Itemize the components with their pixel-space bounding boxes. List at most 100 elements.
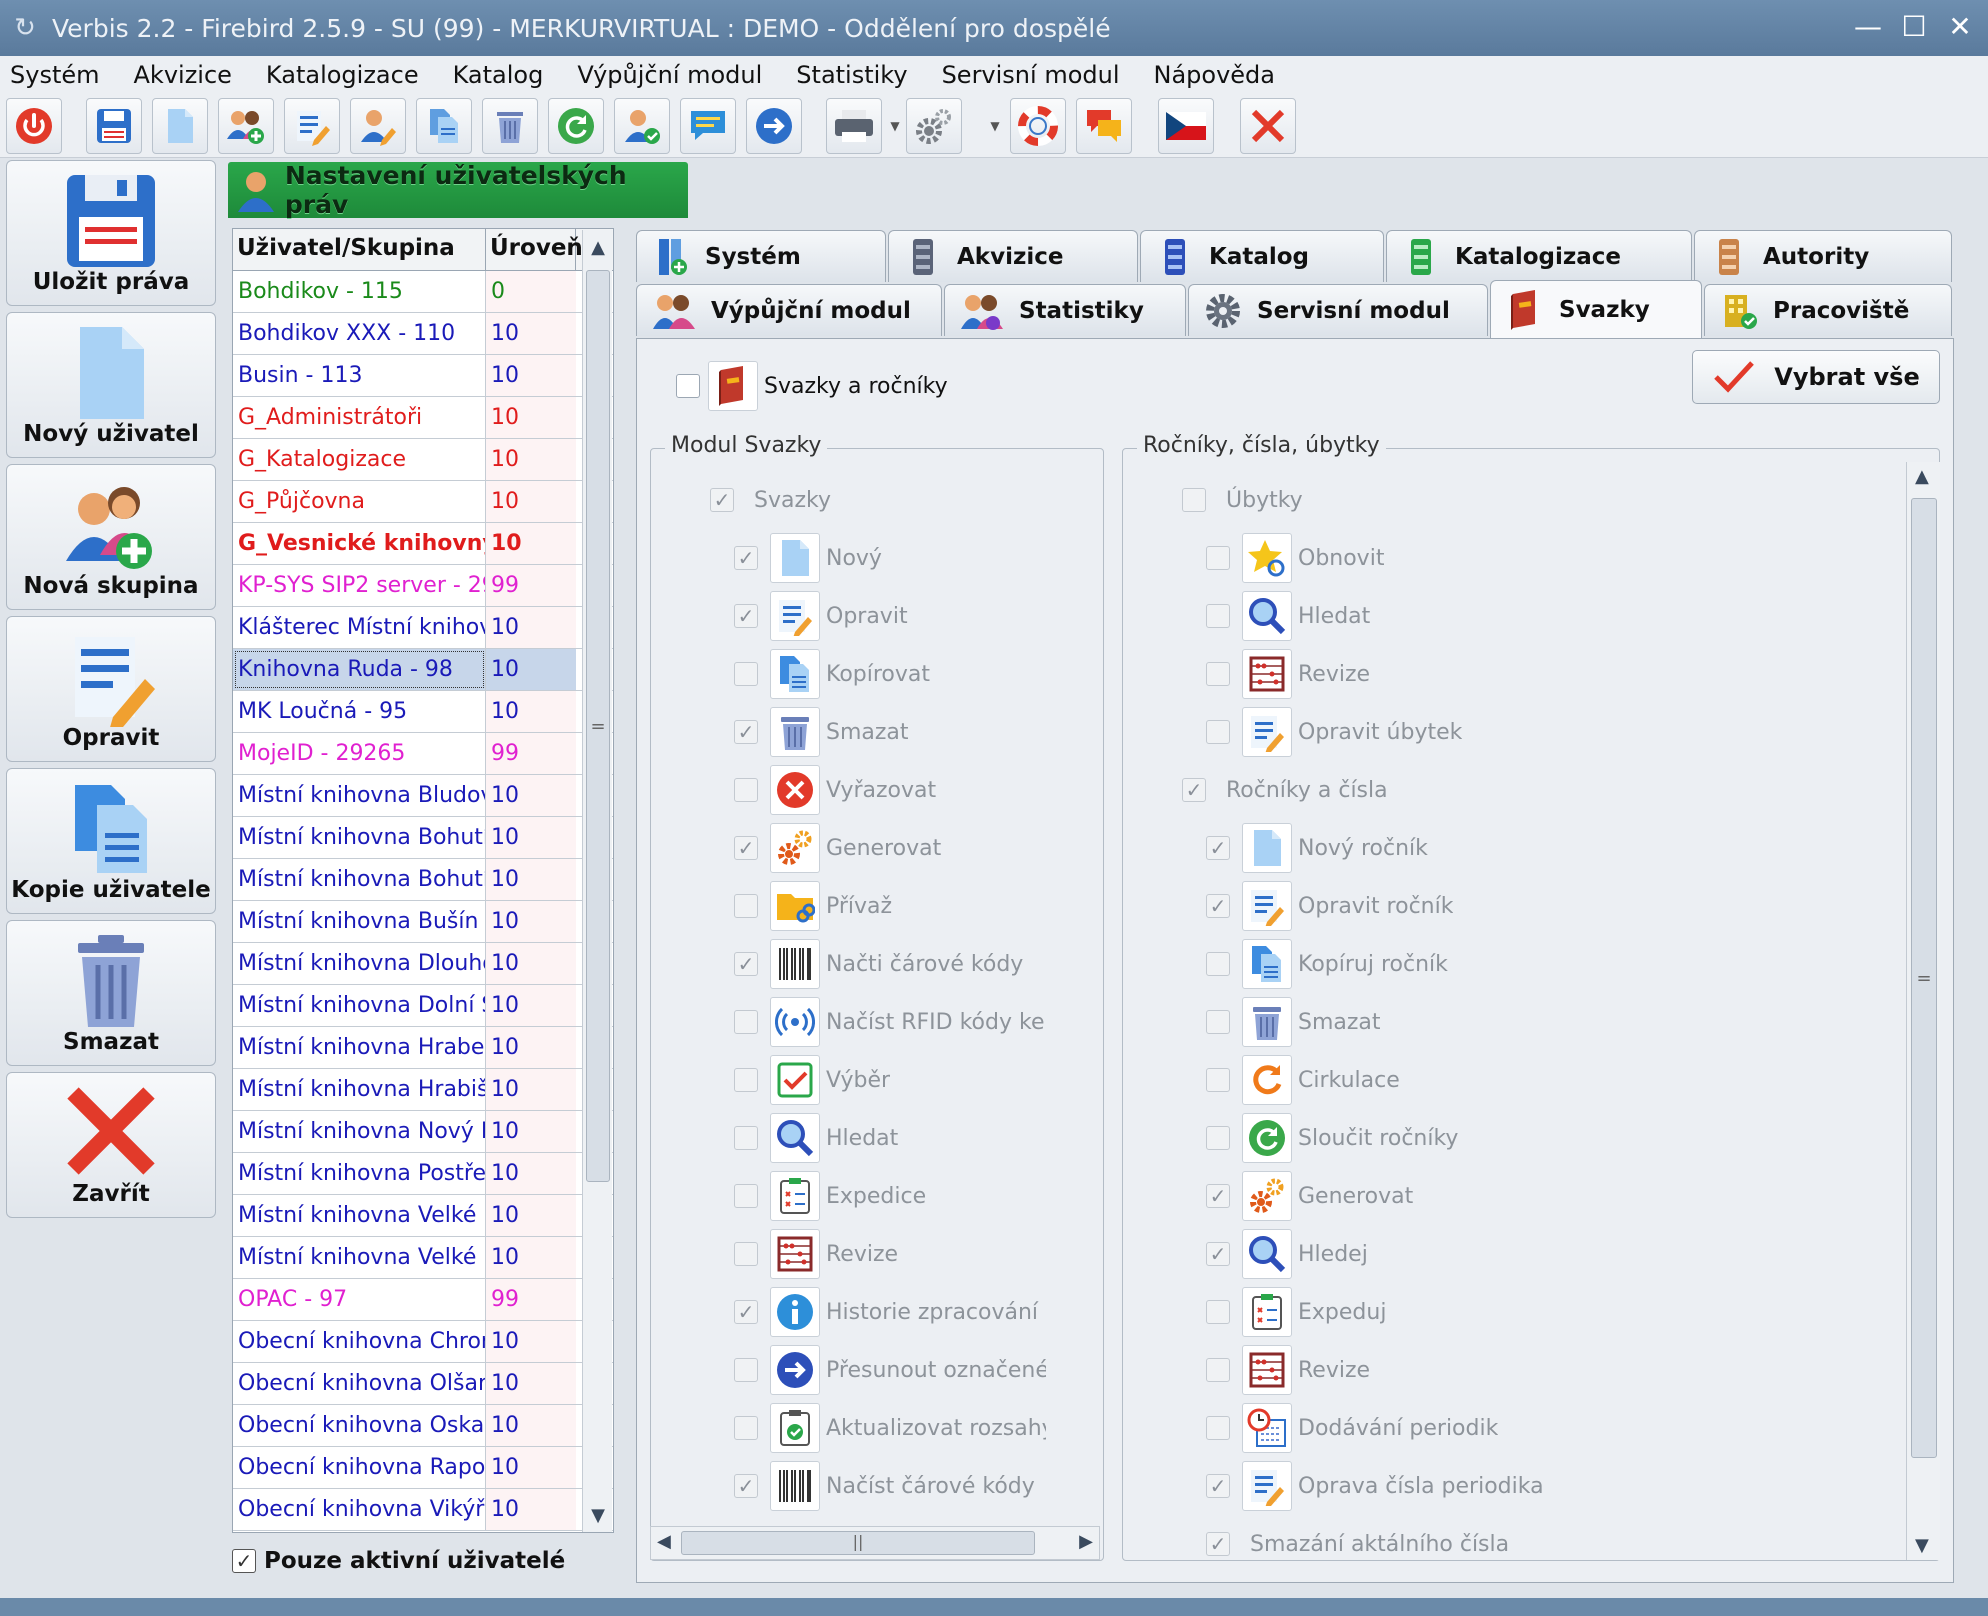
permission-item[interactable]: Hledat: [734, 1112, 898, 1164]
add-group-icon[interactable]: [218, 98, 274, 154]
permission-item[interactable]: Kopírovat: [734, 648, 930, 700]
menu-katalog[interactable]: Katalog: [453, 61, 544, 89]
menu-vypujcni-modul[interactable]: Výpůjční modul: [577, 61, 762, 89]
table-row[interactable]: Obecní knihovna Olšany -10: [233, 1363, 613, 1405]
permission-check[interactable]: [734, 778, 758, 802]
table-row[interactable]: Obecní knihovna Oskava 10: [233, 1405, 613, 1447]
permission-check[interactable]: [734, 1010, 758, 1034]
permission-item[interactable]: Dodávání periodik: [1206, 1402, 1498, 1454]
users-scroll-thumb[interactable]: =: [586, 270, 610, 1182]
permission-check[interactable]: ✓: [1206, 1184, 1230, 1208]
permission-check[interactable]: [1206, 662, 1230, 686]
tab-statistiky[interactable]: Statistiky: [944, 284, 1186, 336]
table-row[interactable]: Místní knihovna Hrabenov10: [233, 1027, 613, 1069]
edit-button[interactable]: Opravit: [6, 616, 216, 762]
minimize-icon[interactable]: —: [1848, 6, 1888, 46]
active-users-check[interactable]: ✓: [232, 1549, 256, 1573]
permission-check[interactable]: [734, 1358, 758, 1382]
edit-icon[interactable]: [284, 98, 340, 154]
permission-item[interactable]: Přívaž: [734, 880, 892, 932]
permission-check[interactable]: ✓: [734, 546, 758, 570]
rocniky-check[interactable]: ✓: [1182, 778, 1206, 802]
delete-button[interactable]: Smazat: [6, 920, 216, 1066]
permission-check[interactable]: [1206, 1010, 1230, 1034]
copy-user-button[interactable]: Kopie uživatele: [6, 768, 216, 914]
rocniky-checkbox[interactable]: ✓ Ročníky a čísla: [1182, 764, 1388, 816]
printer-icon[interactable]: [826, 98, 882, 154]
permission-item[interactable]: ✓ Načíst čárové kódy: [734, 1460, 1035, 1512]
table-row[interactable]: OPAC - 97 99: [233, 1279, 613, 1321]
permission-check[interactable]: [734, 1184, 758, 1208]
tab-autority[interactable]: Autority: [1694, 230, 1952, 282]
save-rights-button[interactable]: Uložit práva: [6, 160, 216, 306]
permission-check[interactable]: [734, 1126, 758, 1150]
table-row[interactable]: G_Katalogizace 10: [233, 439, 613, 481]
new-user-button[interactable]: Nový uživatel: [6, 312, 216, 458]
permission-item[interactable]: ✓ Opravit: [734, 590, 908, 642]
svazky-a-rocniky-checkbox[interactable]: Svazky a ročníky: [676, 360, 948, 412]
permission-item[interactable]: ✓ Hledej: [1206, 1228, 1368, 1280]
permission-check[interactable]: [1206, 546, 1230, 570]
table-row[interactable]: Klášterec Místní knihovna10: [233, 607, 613, 649]
new-document-icon[interactable]: [152, 98, 208, 154]
permission-check[interactable]: [734, 1416, 758, 1440]
scroll-down-icon[interactable]: ▼: [1915, 1535, 1929, 1556]
column-header-level[interactable]: Úroveň: [486, 229, 583, 270]
tab-katalogizace[interactable]: Katalogizace: [1386, 230, 1692, 282]
table-row[interactable]: Místní knihovna Velké Losi10: [233, 1195, 613, 1237]
table-row[interactable]: Bohdikov - 115 0: [233, 271, 613, 313]
permission-item[interactable]: Smazat: [1206, 996, 1381, 1048]
menu-system[interactable]: Systém: [10, 61, 100, 89]
permission-item[interactable]: Revize: [734, 1228, 898, 1280]
print-dropdown[interactable]: ▼: [886, 98, 904, 154]
ubytky-checkbox[interactable]: Úbytky: [1182, 474, 1303, 526]
czech-flag-icon[interactable]: [1158, 98, 1214, 154]
menu-servisni-modul[interactable]: Servisní modul: [942, 61, 1120, 89]
tab-vypujcni-modul[interactable]: Výpůjční modul: [636, 284, 942, 336]
permission-check[interactable]: [1206, 1068, 1230, 1092]
permission-item[interactable]: Sloučit ročníky: [1206, 1112, 1458, 1164]
menu-akvizice[interactable]: Akvizice: [134, 61, 232, 89]
right-vscroll-thumb[interactable]: =: [1911, 498, 1937, 1458]
table-row[interactable]: Knihovna Ruda - 98 10: [233, 649, 613, 691]
maximize-icon[interactable]: ☐: [1894, 6, 1934, 46]
permission-item[interactable]: Expeduj: [1206, 1286, 1386, 1338]
permission-item[interactable]: ✓ Nový: [734, 532, 882, 584]
svazky-a-rocniky-check[interactable]: [676, 374, 700, 398]
smazani-aktualniho-cisla-checkbox[interactable]: ✓ Smazání aktálního čísla: [1206, 1518, 1509, 1570]
table-row[interactable]: Místní knihovna Velké Losi10: [233, 1237, 613, 1279]
table-row[interactable]: G_Vesnické knihovny 10: [233, 523, 613, 565]
permission-check[interactable]: [1206, 604, 1230, 628]
scroll-down-icon[interactable]: ▼: [583, 1498, 613, 1532]
left-horizontal-scrollbar[interactable]: ◀ || ▶: [650, 1526, 1100, 1560]
permission-item[interactable]: Výběr: [734, 1054, 890, 1106]
scroll-left-icon[interactable]: ◀: [657, 1531, 671, 1552]
lifebuoy-icon[interactable]: [1010, 98, 1066, 154]
right-vertical-scrollbar[interactable]: ▲ = ▼: [1906, 462, 1940, 1560]
scroll-up-icon[interactable]: ▲: [583, 230, 613, 264]
chat-icon[interactable]: [1076, 98, 1132, 154]
permission-check[interactable]: ✓: [1206, 836, 1230, 860]
table-row[interactable]: G_Půjčovna 10: [233, 481, 613, 523]
table-row[interactable]: Bohdikov XXX - 110 10: [233, 313, 613, 355]
permission-item[interactable]: ✓ Generovat: [1206, 1170, 1413, 1222]
svazky-root-check[interactable]: ✓: [710, 488, 734, 512]
new-group-button[interactable]: Nová skupina: [6, 464, 216, 610]
permission-check[interactable]: [734, 1068, 758, 1092]
tab-katalog[interactable]: Katalog: [1140, 230, 1384, 282]
permission-item[interactable]: ✓ Generovat: [734, 822, 941, 874]
permission-check[interactable]: ✓: [1206, 1242, 1230, 1266]
save-icon[interactable]: [86, 98, 142, 154]
permission-item[interactable]: Načíst RFID kódy ke svazkům: [734, 996, 1046, 1048]
permission-check[interactable]: [1206, 1416, 1230, 1440]
close-button[interactable]: Zavřít: [6, 1072, 216, 1218]
table-row[interactable]: Obecní knihovna Chromeč10: [233, 1321, 613, 1363]
menu-katalogizace[interactable]: Katalogizace: [266, 61, 419, 89]
close-window-icon[interactable]: ✕: [1940, 6, 1980, 46]
table-row[interactable]: Místní knihovna Nový Mali10: [233, 1111, 613, 1153]
permission-check[interactable]: [734, 894, 758, 918]
table-row[interactable]: Obecní knihovna Rapotín10: [233, 1447, 613, 1489]
permission-check[interactable]: [1206, 1126, 1230, 1150]
scroll-up-icon[interactable]: ▲: [1915, 466, 1929, 487]
gear-dropdown[interactable]: ▼: [986, 98, 1004, 154]
